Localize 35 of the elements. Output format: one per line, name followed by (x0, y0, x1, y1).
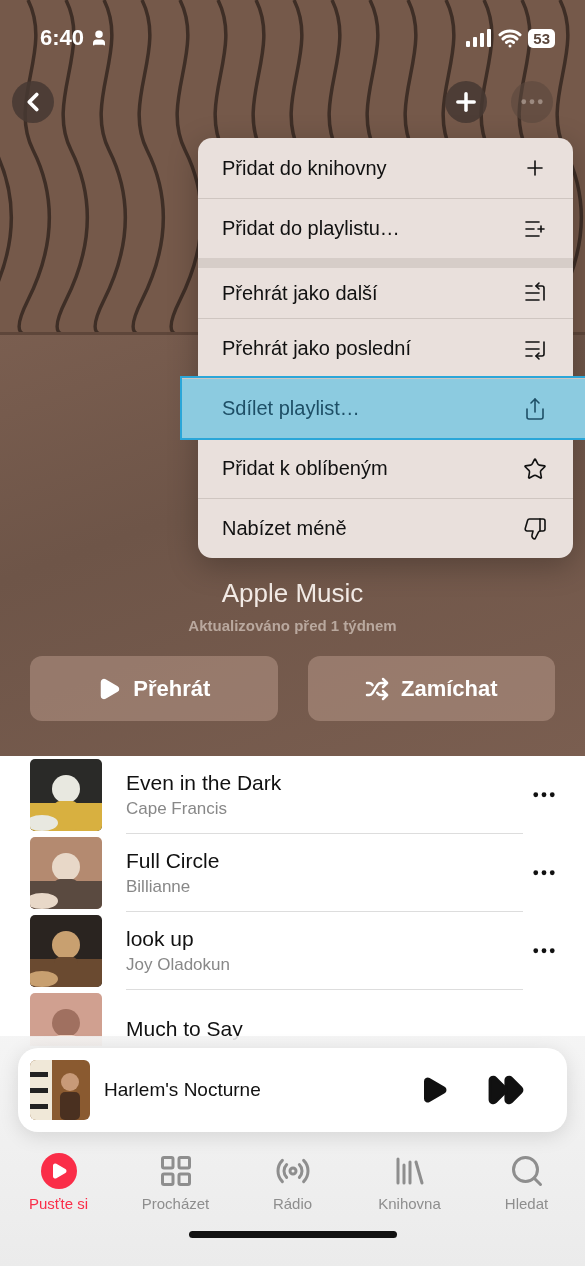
more-icon (533, 792, 555, 798)
mini-player[interactable]: Harlem's Nocturne (18, 1048, 567, 1132)
menu-item[interactable]: Sdílet playlist… (182, 378, 585, 438)
song-title: Even in the Dark (126, 770, 283, 795)
menu-item[interactable]: Přidat k oblíbeným (198, 438, 573, 498)
menu-item[interactable]: Přehrát jako další (198, 258, 573, 318)
menu-item[interactable]: Přidat do knihovny (198, 138, 573, 198)
more-icon (521, 99, 543, 105)
signal-icon (466, 29, 493, 47)
song-title: Full Circle (126, 848, 221, 873)
play-icon (40, 1153, 77, 1189)
shuffle-icon (364, 676, 389, 701)
song-artist: Cape Francis (126, 798, 229, 819)
tab[interactable]: Pusťte si (0, 1152, 117, 1213)
playlist-updated: Aktualizováno před 1 týdnem (188, 617, 397, 634)
now-playing-title: Harlem's Nocturne (104, 1079, 262, 1101)
playlist-title: Apple Music (221, 578, 364, 609)
play-button[interactable]: Přehrát (30, 656, 278, 721)
shuffle-button[interactable]: Zamíchat (307, 656, 555, 721)
more-icon (533, 948, 555, 954)
tab[interactable]: Procházet (117, 1152, 234, 1213)
menu-item[interactable]: Přidat do playlistu… (198, 198, 573, 258)
menu-item-icon (523, 396, 547, 421)
more-icon (533, 870, 555, 876)
menu-item[interactable]: Nabízet méně (198, 498, 573, 558)
song-title: look up (126, 926, 195, 951)
tab[interactable]: Rádio (234, 1152, 351, 1213)
status-time: 6:40 (40, 25, 85, 51)
song-title: Much to Say (126, 1016, 244, 1041)
menu-item-icon (523, 516, 547, 541)
menu-item-icon (523, 456, 547, 481)
song-artist: Joy Oladokun (126, 954, 231, 975)
tab[interactable]: Hledat (468, 1152, 585, 1213)
song-artist: Billianne (126, 876, 192, 897)
tab[interactable]: Knihovna (351, 1152, 468, 1213)
